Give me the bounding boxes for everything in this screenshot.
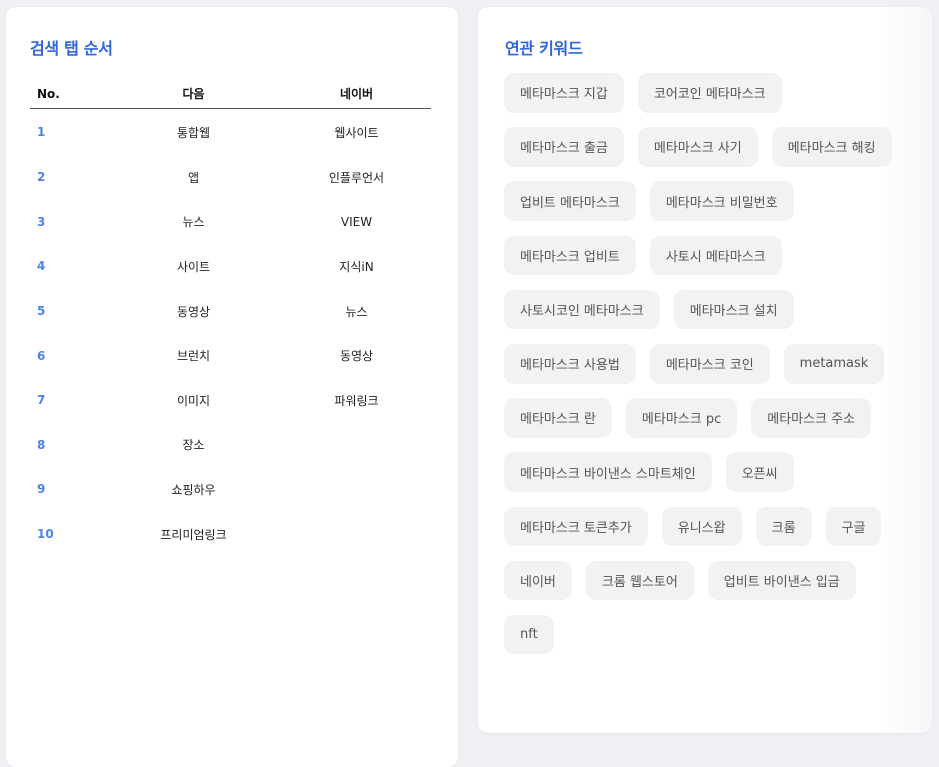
table-row: 3 뉴스 VIEW (30, 200, 431, 245)
daum-tab-cell: 브런치 (176, 349, 211, 364)
naver-tab-cell (288, 423, 431, 468)
naver-tab-cell: 동영상 (339, 349, 374, 364)
table-row: 5 동영상 뉴스 (30, 289, 431, 334)
keyword-chip[interactable]: 오픈씨 (725, 452, 794, 492)
row-number: 1 (37, 125, 46, 139)
keyword-chip[interactable]: 구글 (825, 506, 882, 547)
daum-tab-cell: 사이트 (176, 259, 211, 274)
naver-tab-cell: 웹사이트 (334, 125, 379, 140)
keyword-chip[interactable]: 크롬 웹스토어 (585, 560, 694, 601)
row-number: 10 (37, 527, 54, 542)
table-row: 8 장소 (30, 423, 431, 468)
keyword-chip[interactable]: 메타마스크 비밀번호 (649, 181, 794, 221)
column-header-no: No. (30, 79, 99, 109)
column-header-daum: 다음 (99, 79, 288, 109)
row-number: 9 (37, 482, 46, 497)
naver-tab-cell: 뉴스 (345, 304, 368, 319)
keyword-chip[interactable]: 메타마스크 란 (504, 398, 612, 438)
keyword-chip[interactable]: 메타마스크 사용법 (504, 343, 636, 384)
keyword-chip[interactable]: 코어코인 메타마스크 (637, 73, 782, 113)
daum-tab-cell: 장소 (182, 438, 205, 453)
keyword-chip[interactable]: 메타마스크 설치 (673, 289, 794, 330)
table-row: 2 앱 인플루언서 (30, 155, 431, 200)
keyword-chip[interactable]: 메타마스크 주소 (751, 398, 872, 438)
keyword-chip[interactable]: metamask (783, 343, 885, 384)
naver-tab-cell (288, 467, 431, 512)
column-header-naver: 네이버 (288, 79, 431, 109)
row-number: 7 (37, 393, 46, 408)
keyword-chip[interactable]: 업비트 메타마스크 (504, 181, 636, 221)
keyword-chip[interactable]: 메타마스크 출금 (504, 127, 624, 167)
keyword-chip[interactable]: 사토시 메타마스크 (649, 235, 782, 276)
keyword-chip[interactable]: 메타마스크 바이낸스 스마트체인 (504, 452, 712, 492)
related-keywords-title: 연관 키워드 (505, 39, 583, 58)
table-header-row: No. 다음 네이버 (30, 79, 431, 109)
daum-tab-cell: 쇼핑하우 (171, 482, 216, 497)
daum-tab-cell: 뉴스 (182, 215, 205, 230)
table-row: 10 프리미엄링크 (30, 512, 431, 557)
related-keywords-card: 연관 키워드 메타마스크 지갑 코어코인 메타마스크 메타마스크 출금 메타마스크 사… (478, 7, 932, 733)
naver-tab-cell: VIEW (340, 214, 373, 229)
keyword-chip[interactable]: 유니스왑 (661, 506, 742, 547)
keyword-chip[interactable]: 사토시코인 메타마스크 (504, 289, 660, 330)
daum-tab-cell: 프리미엄링크 (160, 527, 227, 542)
table-body: 1 통합웹 웹사이트 2 앱 인플루언서 3 뉴스 VIEW 4 사이트 지식iN 5 동영상 뉴스 6 브런치… (30, 109, 431, 557)
table-row: 9 쇼핑하우 (30, 467, 431, 512)
keyword-chip[interactable]: 메타마스크 해킹 (771, 127, 892, 167)
row-number: 3 (37, 214, 46, 229)
keyword-chip[interactable]: 크롬 (755, 506, 812, 547)
daum-tab-cell: 앱 (187, 170, 200, 185)
row-number: 5 (37, 304, 46, 319)
table-row: 6 브런치 동영상 (30, 333, 431, 378)
keyword-chip[interactable]: 메타마스크 pc (625, 398, 738, 438)
table-row: 1 통합웹 웹사이트 (30, 109, 431, 156)
row-number: 4 (37, 259, 46, 274)
naver-tab-cell: 인플루언서 (328, 170, 385, 185)
search-tab-order-title: 검색 탭 순서 (30, 39, 113, 58)
keyword-chip[interactable]: 네이버 (504, 560, 572, 601)
keyword-chip-list: 메타마스크 지갑 코어코인 메타마스크 메타마스크 출금 메타마스크 사기 메타마스크 … (504, 73, 914, 655)
search-tab-order-card: 검색 탭 순서 No. 다음 네이버 1 통합웹 웹사이트 2 앱 인플루언서 3 뉴스 VIE… (6, 7, 458, 767)
row-number: 6 (37, 348, 46, 363)
keyword-chip[interactable]: 메타마스크 코인 (649, 343, 770, 384)
row-number: 8 (37, 437, 46, 452)
naver-tab-cell: 파워링크 (334, 393, 379, 408)
table-row: 7 이미지 파워링크 (30, 378, 431, 423)
keyword-chip[interactable]: 메타마스크 업비트 (504, 235, 636, 276)
daum-tab-cell: 통합웹 (176, 125, 211, 140)
row-number: 2 (37, 170, 46, 185)
naver-tab-cell (288, 512, 431, 557)
daum-tab-cell: 동영상 (176, 304, 211, 319)
keyword-chip[interactable]: 업비트 바이낸스 입금 (707, 560, 856, 601)
keyword-chip[interactable]: 메타마스크 토큰추가 (504, 506, 648, 547)
keyword-chip[interactable]: 메타마스크 사기 (637, 127, 758, 167)
daum-tab-cell: 이미지 (176, 393, 211, 408)
table-row: 4 사이트 지식iN (30, 244, 431, 289)
keyword-chip[interactable]: 메타마스크 지갑 (504, 73, 624, 113)
naver-tab-cell: 지식iN (339, 259, 374, 274)
search-tab-order-table: No. 다음 네이버 1 통합웹 웹사이트 2 앱 인플루언서 3 뉴스 VIEW 4 사이트 지식i… (30, 79, 431, 556)
keyword-chip[interactable]: nft (504, 614, 554, 655)
